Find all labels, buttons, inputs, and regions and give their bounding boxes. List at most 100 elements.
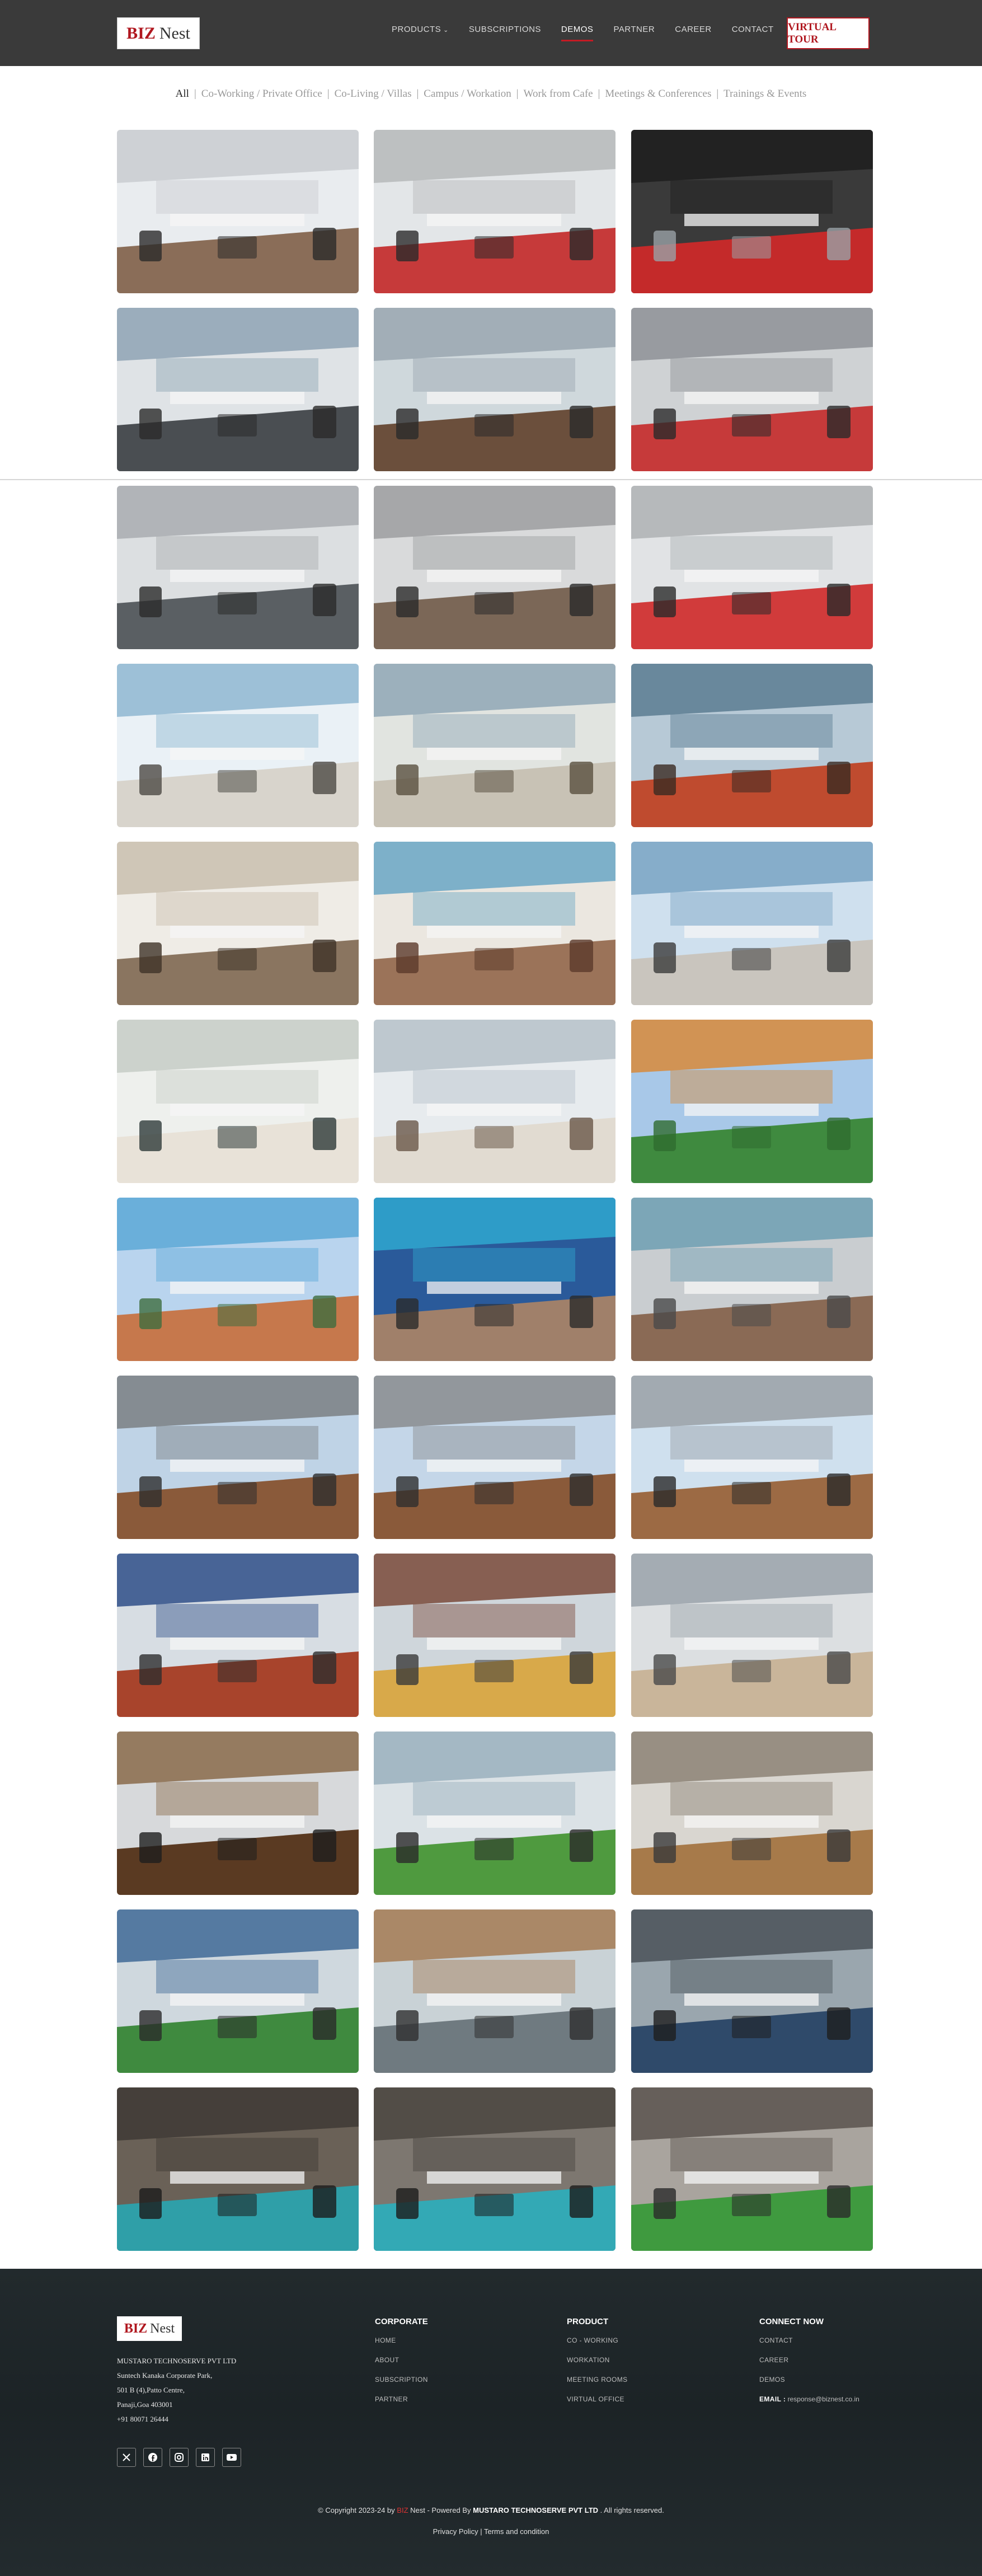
gallery-photo-office-long-benches[interactable] xyxy=(117,486,359,649)
x-icon[interactable] xyxy=(117,2448,136,2467)
gallery-photo-courtyard-cafe-lamps[interactable] xyxy=(374,1376,615,1539)
nav-products[interactable]: PRODUCTS ⌄ xyxy=(392,25,449,41)
gallery-photo-london-meeting-room[interactable] xyxy=(117,308,359,471)
photo-image xyxy=(374,1554,615,1717)
photo-image xyxy=(117,1909,359,2073)
footer-connect-column: CONNECT NOW CONTACT CAREER DEMOS EMAIL :… xyxy=(759,2317,859,2403)
filter-separator: | xyxy=(516,88,519,100)
footer-link-coworking[interactable]: CO - WORKING xyxy=(567,2336,628,2344)
gallery-photo-event-stage-turf[interactable] xyxy=(631,2087,873,2251)
gallery-photo-conference-green-sill[interactable] xyxy=(374,1732,615,1895)
gallery-photo-office-benches-grey[interactable] xyxy=(374,486,615,649)
gallery-photo-villa-bedroom-beige[interactable] xyxy=(117,842,359,1005)
gallery-photo-courtyard-cafe-stone[interactable] xyxy=(117,1376,359,1539)
nav-subscriptions[interactable]: SUBSCRIPTIONS xyxy=(469,25,541,41)
photo-image xyxy=(117,664,359,827)
gallery-photo-office-workstations[interactable] xyxy=(117,130,359,293)
gallery-photo-courtyard-cafe-bunting[interactable] xyxy=(631,1376,873,1539)
footer-link-subscription[interactable]: SUBSCRIPTION xyxy=(375,2376,428,2383)
footer-logo[interactable]: BIZ Nest xyxy=(117,2316,182,2341)
photo-image xyxy=(374,2087,615,2251)
nav-demos[interactable]: DEMOS xyxy=(561,25,594,41)
filter-separator: | xyxy=(416,88,419,100)
photo-image xyxy=(117,1020,359,1183)
facebook-icon[interactable] xyxy=(143,2448,162,2467)
footer-link-meeting-rooms[interactable]: MEETING ROOMS xyxy=(567,2376,628,2383)
filter-separator: | xyxy=(716,88,719,100)
filter-campus[interactable]: Campus / Workation xyxy=(424,88,511,100)
gallery-photo-conference-wood-table[interactable] xyxy=(117,1732,359,1895)
footer-link-home[interactable]: HOME xyxy=(375,2336,428,2344)
photo-image xyxy=(631,1909,873,2073)
photo-image xyxy=(117,1554,359,1717)
gallery-photo-white-bedroom-plants[interactable] xyxy=(117,1020,359,1183)
filter-separator: | xyxy=(327,88,330,100)
virtual-tour-button[interactable]: VIRTUAL TOUR xyxy=(787,17,870,49)
instagram-icon[interactable] xyxy=(170,2448,189,2467)
gallery-photo-colorful-lounge[interactable] xyxy=(374,1554,615,1717)
gallery-photo-bedroom-sea-view[interactable] xyxy=(374,842,615,1005)
photo-image xyxy=(374,1020,615,1183)
filter-trainings[interactable]: Trainings & Events xyxy=(723,88,806,100)
gallery-photo-office-dark-red-lines[interactable] xyxy=(631,130,873,293)
footer-link-contact[interactable]: CONTACT xyxy=(759,2336,859,2344)
gallery-photo-office-workstations-red-carpet[interactable] xyxy=(374,130,615,293)
photo-image xyxy=(631,1376,873,1539)
gallery-photo-curved-pool-terrace[interactable] xyxy=(631,1198,873,1361)
footer-link-about[interactable]: ABOUT xyxy=(375,2356,428,2364)
email-link[interactable]: response@biznest.co.in xyxy=(788,2395,859,2403)
filter-meetings[interactable]: Meetings & Conferences xyxy=(605,88,711,100)
gallery-photo-red-staircase-hall[interactable] xyxy=(117,1554,359,1717)
photo-image xyxy=(117,1376,359,1539)
chevron-down-icon: ⌄ xyxy=(443,27,449,34)
gallery-photo-conference-stone-wall[interactable] xyxy=(631,1732,873,1895)
filter-separator: | xyxy=(598,88,600,100)
footer-link-demos[interactable]: DEMOS xyxy=(759,2376,859,2383)
gallery-photo-grey-bedroom-bench[interactable] xyxy=(374,1020,615,1183)
nav-contact[interactable]: CONTACT xyxy=(732,25,774,41)
footer-link-virtual-office[interactable]: VIRTUAL OFFICE xyxy=(567,2395,628,2403)
nav-partner[interactable]: PARTNER xyxy=(613,25,655,41)
gallery-photo-villa-pool-dusk[interactable] xyxy=(374,1198,615,1361)
youtube-icon[interactable] xyxy=(222,2448,241,2467)
filter-cafe[interactable]: Work from Cafe xyxy=(524,88,593,100)
gallery-photo-meeting-room-glass[interactable] xyxy=(631,1909,873,2073)
gallery-photo-sea-view-bedroom-window[interactable] xyxy=(374,664,615,827)
gallery-photo-meeting-room-blue-carpet[interactable] xyxy=(117,1909,359,2073)
filter-coliving[interactable]: Co-Living / Villas xyxy=(335,88,412,100)
filter-all[interactable]: All xyxy=(176,88,189,100)
footer-link-partner[interactable]: PARTNER xyxy=(375,2395,428,2403)
terms-link[interactable]: Terms and condition xyxy=(484,2527,549,2536)
footer-link-career[interactable]: CAREER xyxy=(759,2356,859,2364)
gallery-photo-glass-lounge-room[interactable] xyxy=(374,1909,615,2073)
filter-coworking[interactable]: Co-Working / Private Office xyxy=(201,88,322,100)
photo-image xyxy=(374,1376,615,1539)
gallery-photo-lounge-armchairs[interactable] xyxy=(631,1554,873,1717)
social-links xyxy=(117,2448,241,2467)
linkedin-icon[interactable] xyxy=(196,2448,215,2467)
photo-image xyxy=(117,2087,359,2251)
photo-image xyxy=(117,1732,359,1895)
gallery-photo-villa-sea-view-living[interactable] xyxy=(117,664,359,827)
gallery-photo-balcony-lounge-chairs[interactable] xyxy=(631,664,873,827)
photo-image xyxy=(631,842,873,1005)
gallery-photo-balcony-dining-sea[interactable] xyxy=(631,842,873,1005)
site-logo[interactable]: BIZ Nest xyxy=(117,17,200,49)
page-divider xyxy=(0,479,982,480)
gallery-photo-training-hall-teal-chairs[interactable] xyxy=(374,2087,615,2251)
footer-link-workation[interactable]: WORKATION xyxy=(567,2356,628,2364)
photo-image xyxy=(631,1198,873,1361)
gallery-photo-long-office-red-aisle[interactable] xyxy=(631,308,873,471)
nav-career[interactable]: CAREER xyxy=(675,25,712,41)
photo-image xyxy=(374,1732,615,1895)
privacy-policy-link[interactable]: Privacy Policy xyxy=(433,2527,478,2536)
gallery-photo-office-red-aisle-rows[interactable] xyxy=(631,486,873,649)
photo-image xyxy=(117,1198,359,1361)
gallery-photo-training-hall-lights[interactable] xyxy=(117,2087,359,2251)
gallery-photo-glass-cabin-office[interactable] xyxy=(374,308,615,471)
gallery-photo-villa-pool-day[interactable] xyxy=(117,1198,359,1361)
photo-image xyxy=(631,1020,873,1183)
photo-image xyxy=(117,486,359,649)
gallery-photo-goan-cottage-garden[interactable] xyxy=(631,1020,873,1183)
photo-image xyxy=(374,664,615,827)
